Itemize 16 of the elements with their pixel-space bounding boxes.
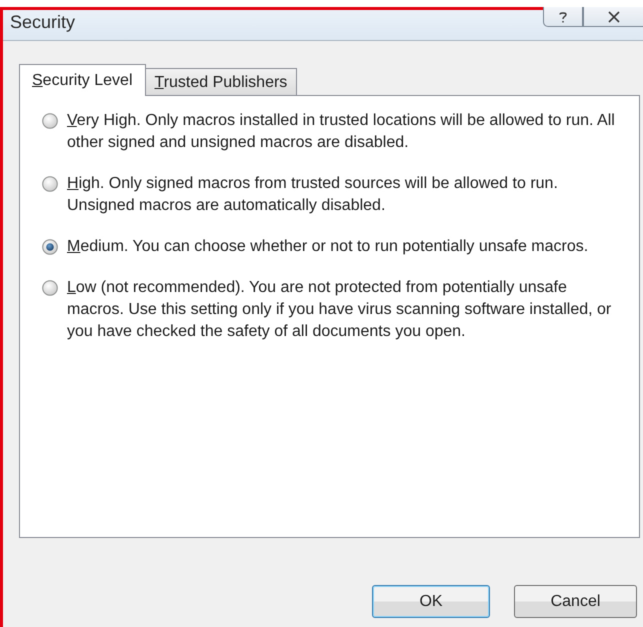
radio-button[interactable] <box>42 239 58 255</box>
option-label: Low (not recommended). You are not protected from potentially unsafe macros. Use this setting only if you have virus scanning software installed, or you have checked the safety of all documents you open. <box>67 278 612 342</box>
tab[interactable]: Trusted Publishers <box>144 68 298 95</box>
window-title: Security <box>9 11 76 33</box>
option-label: High. Only signed macros from trusted sources will be allowed to run. Unsigned macros are automatically disabled. <box>67 174 559 216</box>
radio-button[interactable] <box>42 176 58 192</box>
radio-button[interactable] <box>42 280 58 296</box>
option-label: Very High. Only macros installed in trusted locations will be allowed to run. All other signed and unsigned macros are disabled. <box>67 111 616 153</box>
close-icon <box>606 10 620 22</box>
ok-button[interactable]: OK <box>372 585 490 618</box>
option-label: Medium. You can choose whether or not to run potentially unsafe macros. <box>67 237 590 257</box>
radio-button[interactable] <box>42 113 58 129</box>
tab[interactable]: Security Level <box>19 64 146 96</box>
help-button[interactable] <box>543 7 583 27</box>
close-button[interactable] <box>583 7 643 27</box>
cancel-button[interactable]: Cancel <box>514 585 637 618</box>
